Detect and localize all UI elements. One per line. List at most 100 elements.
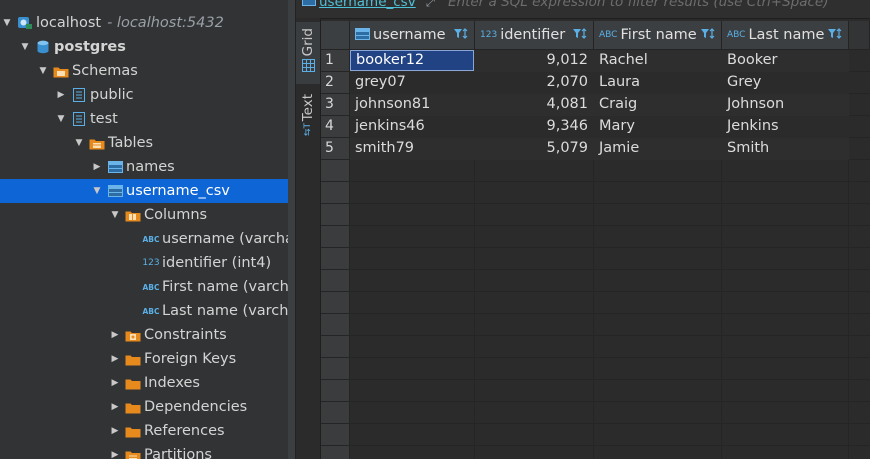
tree-node-first-name-varchar[interactable]: ▶ABCFirst name (varchar — [0, 275, 288, 299]
tree-node-indexes[interactable]: ▶ Indexes — [0, 371, 288, 395]
column-header-first-name[interactable]: ABC First name — [594, 21, 722, 50]
filter-sort-icon[interactable] — [572, 27, 588, 45]
tree-node-label: Columns — [144, 207, 208, 223]
grid-cell-last-name[interactable]: Grey — [722, 72, 848, 94]
table-icon — [355, 27, 370, 43]
tree-node-username-csv[interactable]: ▼ username_csv — [0, 179, 288, 203]
tree-node-label: Last name (varchar — [162, 303, 288, 319]
grid-cell-last-name[interactable]: Booker — [722, 50, 848, 72]
grid-cell-identifier[interactable]: 4,081 — [475, 94, 593, 116]
grid-cell-last-name[interactable]: Jenkins — [722, 116, 848, 138]
collapse-arrow-icon[interactable]: ▼ — [18, 42, 32, 52]
tab-grid[interactable]: Grid — [296, 22, 320, 84]
text-column-icon: ABC — [142, 234, 160, 244]
expand-arrow-icon[interactable]: ▶ — [108, 450, 122, 459]
grid-corner[interactable] — [321, 21, 350, 50]
grid-cell-first-name[interactable]: Craig — [594, 94, 721, 116]
expand-arrow-icon[interactable]: ▶ — [108, 354, 122, 364]
row-number-empty — [321, 336, 350, 358]
grid-cell-first-name[interactable]: Jamie — [594, 138, 721, 160]
row-number-empty — [321, 160, 350, 182]
expand-arrow-icon[interactable]: ▶ — [54, 90, 68, 100]
grid-cell-last-name[interactable]: Smith — [722, 138, 848, 160]
row-number[interactable]: 1 — [321, 50, 350, 72]
grid-cell-identifier[interactable]: 5,079 — [475, 138, 593, 160]
grid-line — [350, 445, 870, 446]
constraints-folder-icon — [125, 328, 141, 342]
grid-cell-identifier[interactable]: 9,012 — [475, 50, 593, 72]
tree-node-schemas[interactable]: ▼ Schemas — [0, 59, 288, 83]
grid-line — [350, 181, 870, 182]
column-header-filler — [849, 21, 870, 50]
tab-grid-label: Grid — [300, 28, 316, 57]
collapse-arrow-icon[interactable]: ▼ — [108, 210, 122, 220]
row-number[interactable]: 4 — [321, 116, 350, 138]
collapse-arrow-icon[interactable]: ▼ — [90, 186, 104, 196]
filter-sort-icon[interactable] — [827, 27, 843, 45]
row-number[interactable]: 5 — [321, 138, 350, 160]
text-column-icon: ABC — [142, 282, 160, 292]
expand-arrow-icon[interactable]: ▶ — [108, 402, 122, 412]
expand-arrow-icon[interactable]: ▶ — [90, 162, 104, 172]
grid-cell-identifier[interactable]: 2,070 — [475, 72, 593, 94]
grid-line — [350, 269, 870, 270]
grid-cell-username[interactable]: booker12 — [350, 50, 474, 71]
collapse-arrow-icon[interactable]: ▼ — [72, 138, 86, 148]
column-header-identifier[interactable]: 123 identifier — [475, 21, 594, 50]
grid-cell-last-name[interactable]: Johnson — [722, 94, 848, 116]
tree-node-dependencies[interactable]: ▶ Dependencies — [0, 395, 288, 419]
collapse-arrow-icon[interactable]: ▼ — [54, 114, 68, 124]
row-number-empty — [321, 292, 350, 314]
folder-icon — [125, 376, 141, 390]
number-column-icon: 123 — [142, 258, 160, 268]
tree-node-last-name-varchar[interactable]: ▶ABCLast name (varchar — [0, 299, 288, 323]
tree-node-label: username_csv — [126, 183, 230, 199]
grid-line — [350, 401, 870, 402]
column-header-username[interactable]: username — [350, 21, 475, 50]
collapse-arrow-icon[interactable]: ▼ — [36, 66, 50, 76]
grid-cell-username[interactable]: johnson81 — [350, 94, 474, 116]
tree-node-public[interactable]: ▶ public — [0, 83, 288, 107]
tree-node-label: Constraints — [144, 327, 227, 343]
schema-icon — [71, 88, 87, 102]
expand-arrow-icon[interactable]: ▶ — [108, 378, 122, 388]
folder-icon — [125, 400, 141, 414]
tree-node-references[interactable]: ▶ References — [0, 419, 288, 443]
tree-node-localhost[interactable]: ▼ localhost - localhost:5432 — [0, 11, 288, 35]
table-name-link[interactable]: username_csv — [302, 0, 416, 10]
expand-arrow-icon[interactable]: ▶ — [108, 330, 122, 340]
tree-node-label: localhost — [36, 15, 102, 31]
column-header-last-name[interactable]: ABC Last name — [722, 21, 849, 50]
tree-node-constraints[interactable]: ▶ Constraints — [0, 323, 288, 347]
grid-cell-first-name[interactable]: Mary — [594, 116, 721, 138]
grid-cell-username[interactable]: jenkins46 — [350, 116, 474, 138]
grid-cell-first-name[interactable]: Laura — [594, 72, 721, 94]
panel-splitter[interactable] — [288, 0, 296, 459]
tree-node-partitions[interactable]: ▶ Partitions — [0, 443, 288, 459]
tree-node-test[interactable]: ▼ test — [0, 107, 288, 131]
number-type-icon: 123 — [480, 30, 498, 40]
grid-line — [350, 247, 870, 248]
row-number[interactable]: 2 — [321, 72, 350, 94]
tab-text[interactable]: Text ⇆T — [296, 94, 320, 154]
tree-node-identifier-int4[interactable]: ▶123identifier (int4) — [0, 251, 288, 275]
collapse-arrow-icon[interactable]: ▼ — [0, 18, 14, 28]
grid-cell-first-name[interactable]: Rachel — [594, 50, 721, 72]
expand-icon[interactable]: ⤢ — [426, 0, 435, 10]
tree-node-names[interactable]: ▶ names — [0, 155, 288, 179]
tree-node-username-varchar[interactable]: ▶ABCusername (varchar — [0, 227, 288, 251]
expand-arrow-icon[interactable]: ▶ — [108, 426, 122, 436]
tree-node-postgres[interactable]: ▼ postgres — [0, 35, 288, 59]
grid-cell-username[interactable]: grey07 — [350, 72, 474, 94]
grid-cell-identifier[interactable]: 9,346 — [475, 116, 593, 138]
row-number[interactable]: 3 — [321, 94, 350, 116]
filter-sort-icon[interactable] — [453, 27, 469, 45]
filter-sort-icon[interactable] — [700, 27, 716, 45]
grid-cell-username[interactable]: smith79 — [350, 138, 474, 160]
text-column-icon: ABC — [142, 306, 160, 316]
tree-node-columns[interactable]: ▼ Columns — [0, 203, 288, 227]
filter-input[interactable]: Enter a SQL expression to filter results… — [448, 0, 829, 10]
tree-node-tables[interactable]: ▼ Tables — [0, 131, 288, 155]
column-header-label: Last name — [748, 27, 825, 43]
tree-node-foreign-keys[interactable]: ▶ Foreign Keys — [0, 347, 288, 371]
